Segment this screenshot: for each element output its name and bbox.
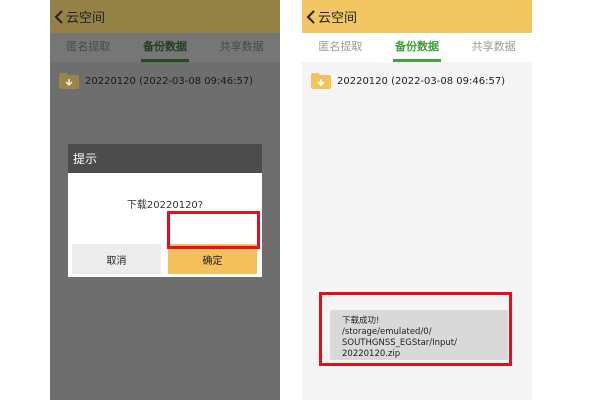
dialog-header: 提示 — [68, 144, 262, 173]
highlight-box-toast — [319, 292, 512, 366]
cancel-button[interactable]: 取消 — [72, 244, 161, 274]
back-button[interactable] — [302, 0, 316, 33]
highlight-box-confirm — [167, 211, 260, 249]
app-header: 云空间 — [50, 0, 280, 33]
chevron-left-icon — [54, 9, 63, 24]
back-button[interactable] — [50, 0, 64, 33]
phone-screen-dialog: 云空间 匿名提取 备份数据 共享数据 20220120 (2022-03-08 … — [50, 0, 280, 400]
phone-screen-toast: 云空间 匿名提取 备份数据 共享数据 20220120 (2022-03-08 … — [302, 0, 532, 400]
tab-anonymous-extract[interactable]: 匿名提取 — [302, 33, 379, 62]
tab-bar: 匿名提取 备份数据 共享数据 — [50, 33, 280, 62]
tab-shared-data[interactable]: 共享数据 — [203, 33, 280, 62]
tab-backup-data[interactable]: 备份数据 — [379, 33, 456, 62]
list-item[interactable]: 20220120 (2022-03-08 09:46:57) — [58, 72, 253, 90]
tab-label: 备份数据 — [395, 40, 439, 53]
file-name: 20220120 (2022-03-08 09:46:57) — [337, 75, 506, 87]
file-name: 20220120 (2022-03-08 09:46:57) — [85, 75, 254, 87]
tab-label: 匿名提取 — [318, 40, 363, 53]
header-title: 云空间 — [66, 11, 106, 26]
tab-shared-data[interactable]: 共享数据 — [455, 33, 532, 62]
header-title: 云空间 — [318, 11, 358, 26]
tab-label: 共享数据 — [471, 40, 516, 53]
tab-label: 备份数据 — [143, 40, 187, 53]
folder-icon — [59, 73, 79, 89]
tab-bar: 匿名提取 备份数据 共享数据 — [302, 33, 532, 62]
app-header: 云空间 — [302, 0, 532, 33]
list-item[interactable]: 20220120 (2022-03-08 09:46:57) — [310, 72, 505, 90]
dialog-title: 提示 — [73, 152, 98, 166]
folder-icon — [311, 73, 331, 89]
tab-label: 匿名提取 — [66, 40, 111, 53]
tab-backup-data[interactable]: 备份数据 — [127, 33, 204, 62]
tab-label: 共享数据 — [219, 40, 264, 53]
chevron-left-icon — [306, 9, 315, 24]
tab-anonymous-extract[interactable]: 匿名提取 — [50, 33, 127, 62]
